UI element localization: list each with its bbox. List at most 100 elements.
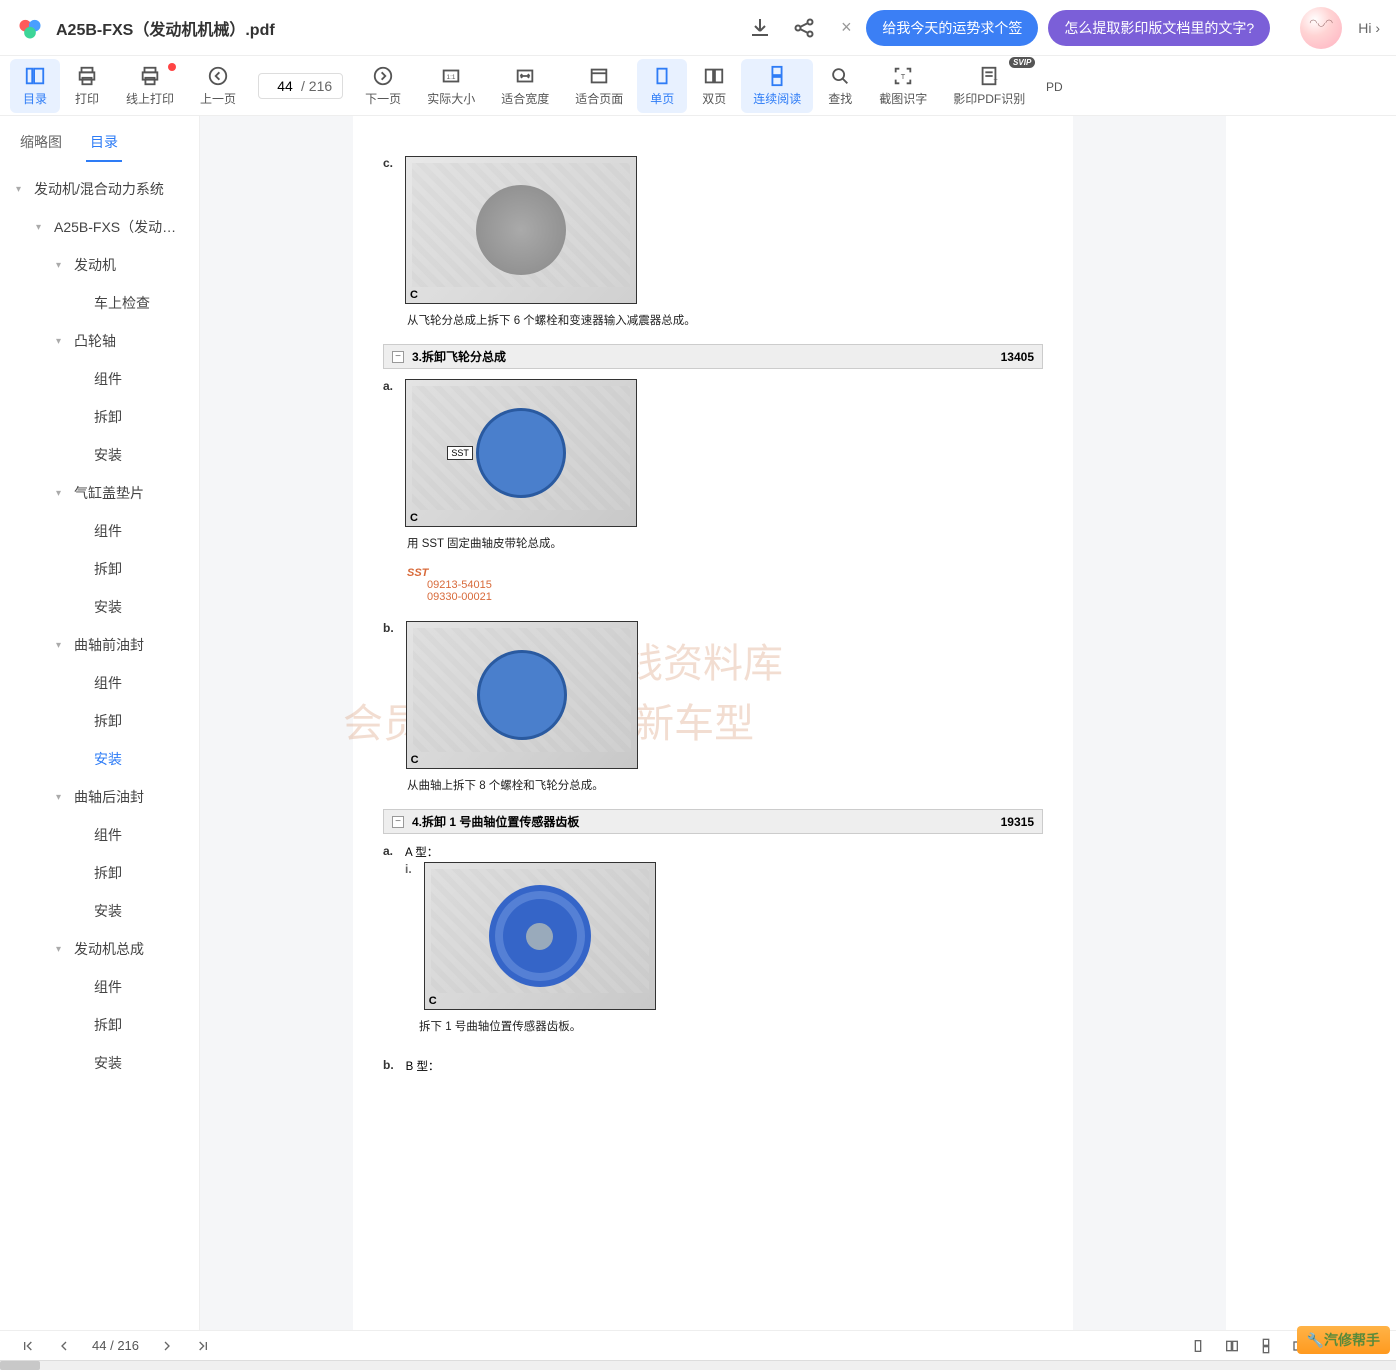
- outline-item[interactable]: ▾发动机总成: [0, 930, 199, 968]
- search-button[interactable]: 查找: [815, 59, 865, 113]
- collapse-icon[interactable]: −: [392, 351, 404, 363]
- sst-number: 09330-00021: [427, 591, 1043, 603]
- outline-item[interactable]: 拆卸: [0, 550, 199, 588]
- caret-icon: ▾: [16, 184, 30, 195]
- hi-label[interactable]: Hi ›: [1358, 20, 1380, 36]
- outline-item[interactable]: 组件: [0, 360, 199, 398]
- outline-item[interactable]: 组件: [0, 816, 199, 854]
- outline-label: 安装: [94, 1053, 122, 1073]
- outline-item[interactable]: 安装: [0, 588, 199, 626]
- figure-clutch: C: [405, 156, 637, 304]
- horizontal-scrollbar[interactable]: [0, 1360, 1396, 1370]
- section-header-4[interactable]: − 4.拆卸 1 号曲轴位置传感器齿板 19315: [383, 809, 1043, 834]
- scan-pdf-ocr-button[interactable]: SVIP T 影印PDF识别: [941, 59, 1037, 113]
- outline-label: 组件: [94, 977, 122, 997]
- next-page-icon[interactable]: [159, 1338, 175, 1354]
- first-page-icon[interactable]: [20, 1338, 36, 1354]
- tab-thumbnails[interactable]: 缩略图: [16, 124, 66, 162]
- pdf-tool-button[interactable]: PD: [1039, 71, 1069, 100]
- outline-item[interactable]: 拆卸: [0, 1006, 199, 1044]
- outline-label: A25B-FXS（发动…: [54, 217, 176, 237]
- share-icon[interactable]: [792, 16, 816, 40]
- next-page-button[interactable]: 下一页: [353, 59, 413, 113]
- caret-icon: ▾: [56, 260, 70, 271]
- outline-label: 气缸盖垫片: [74, 483, 144, 503]
- outline-label: 发动机/混合动力系统: [34, 179, 164, 199]
- outline-tree: ▾发动机/混合动力系统▾A25B-FXS（发动…▾发动机车上检查▾凸轮轴组件拆卸…: [0, 162, 199, 1330]
- print-button[interactable]: 打印: [62, 59, 112, 113]
- svg-text:1:1: 1:1: [447, 73, 456, 80]
- single-page-button[interactable]: 单页: [637, 59, 687, 113]
- tab-outline[interactable]: 目录: [86, 124, 122, 162]
- outline-label: 拆卸: [94, 407, 122, 427]
- svip-badge-icon: SVIP: [1009, 57, 1035, 68]
- outline-item[interactable]: 拆卸: [0, 702, 199, 740]
- outline-item[interactable]: 组件: [0, 512, 199, 550]
- actual-size-button[interactable]: 1:1 实际大小: [415, 59, 487, 113]
- figure-caption: 从曲轴上拆下 8 个螺栓和飞轮分总成。: [407, 777, 1043, 793]
- outline-item[interactable]: 安装: [0, 1044, 199, 1082]
- svg-text:T: T: [994, 78, 998, 85]
- outline-item[interactable]: ▾发动机: [0, 246, 199, 284]
- outline-item[interactable]: ▾ 曲轴前油封: [0, 626, 199, 664]
- prev-page-button[interactable]: 上一页: [188, 59, 248, 113]
- outline-item[interactable]: 组件: [0, 664, 199, 702]
- section-header-3[interactable]: − 3.拆卸飞轮分总成 13405: [383, 344, 1043, 369]
- outline-label: 凸轮轴: [74, 331, 116, 351]
- fit-page-button[interactable]: 适合页面: [563, 59, 635, 113]
- figure-caption: 从飞轮分总成上拆下 6 个螺栓和变速器输入减震器总成。: [407, 312, 1043, 328]
- figure-sensor-gear: C: [424, 862, 656, 1010]
- ai-prompt-ocr[interactable]: 怎么提取影印版文档里的文字?: [1048, 10, 1270, 46]
- outline-item[interactable]: 安装: [0, 740, 199, 778]
- step-marker: b.: [383, 621, 394, 635]
- caret-icon: ▾: [56, 488, 70, 499]
- page-input-group[interactable]: / 216: [258, 73, 343, 99]
- caret-icon: ▾: [56, 336, 70, 347]
- bottom-page-label: 44 / 216: [92, 1338, 139, 1353]
- outline-label: 拆卸: [94, 711, 122, 731]
- last-page-icon[interactable]: [195, 1338, 211, 1354]
- continuous-read-button[interactable]: 连续阅读: [741, 59, 813, 113]
- outline-item[interactable]: ▾ 气缸盖垫片: [0, 474, 199, 512]
- outline-label: 车上检查: [94, 293, 150, 313]
- outline-label: 曲轴前油封: [74, 635, 144, 655]
- outline-item[interactable]: ▾ 凸轮轴: [0, 322, 199, 360]
- collapse-icon[interactable]: −: [392, 816, 404, 828]
- brand-badge: 🔧汽修帮手: [1297, 1326, 1390, 1354]
- single-view-icon[interactable]: [1190, 1338, 1206, 1354]
- outline-item[interactable]: 车上检查: [0, 284, 199, 322]
- outline-label: 安装: [94, 749, 122, 769]
- outline-label: 拆卸: [94, 559, 122, 579]
- continuous-view-icon[interactable]: [1258, 1338, 1274, 1354]
- ai-prompt-fortune[interactable]: 给我今天的运势求个签: [866, 10, 1038, 46]
- double-view-icon[interactable]: [1224, 1338, 1240, 1354]
- screenshot-ocr-button[interactable]: T 截图识字: [867, 59, 939, 113]
- outline-item[interactable]: 安装: [0, 892, 199, 930]
- outline-item[interactable]: ▾ 发动机/混合动力系统: [0, 170, 199, 208]
- caret-icon: ▾: [56, 640, 70, 651]
- page-number-input[interactable]: [269, 78, 301, 94]
- type-label: B 型：: [406, 1058, 440, 1074]
- step-marker: a.: [383, 844, 393, 858]
- bottom-bar: 44 / 216 1:1 🔧汽修帮手: [0, 1330, 1396, 1360]
- document-viewport[interactable]: c. C 从飞轮分总成上拆下 6 个螺栓和变速器输入减震器总成。 − 3.拆卸飞…: [200, 116, 1226, 1330]
- outline-label: 组件: [94, 673, 122, 693]
- close-ai-icon[interactable]: ×: [836, 18, 856, 38]
- prev-page-icon[interactable]: [56, 1338, 72, 1354]
- sidebar: 缩略图 目录 ▾发动机/混合动力系统▾A25B-FXS（发动…▾发动机车上检查▾…: [0, 116, 200, 1330]
- outline-item[interactable]: 拆卸: [0, 398, 199, 436]
- outline-item[interactable]: 组件: [0, 968, 199, 1006]
- assistant-avatar[interactable]: [1300, 7, 1342, 49]
- fit-width-button[interactable]: 适合宽度: [489, 59, 561, 113]
- outline-item[interactable]: ▾曲轴后油封: [0, 778, 199, 816]
- double-page-button[interactable]: 双页: [689, 59, 739, 113]
- outline-item[interactable]: 安装: [0, 436, 199, 474]
- online-print-button[interactable]: 线上打印: [114, 59, 186, 113]
- outline-button[interactable]: 目录: [10, 59, 60, 113]
- substep-marker: i.: [405, 862, 412, 876]
- outline-item[interactable]: 拆卸: [0, 854, 199, 892]
- download-icon[interactable]: [748, 16, 772, 40]
- outline-item[interactable]: ▾A25B-FXS（发动…: [0, 208, 199, 246]
- caret-icon: ▾: [56, 792, 70, 803]
- page-total-label: / 216: [301, 78, 332, 94]
